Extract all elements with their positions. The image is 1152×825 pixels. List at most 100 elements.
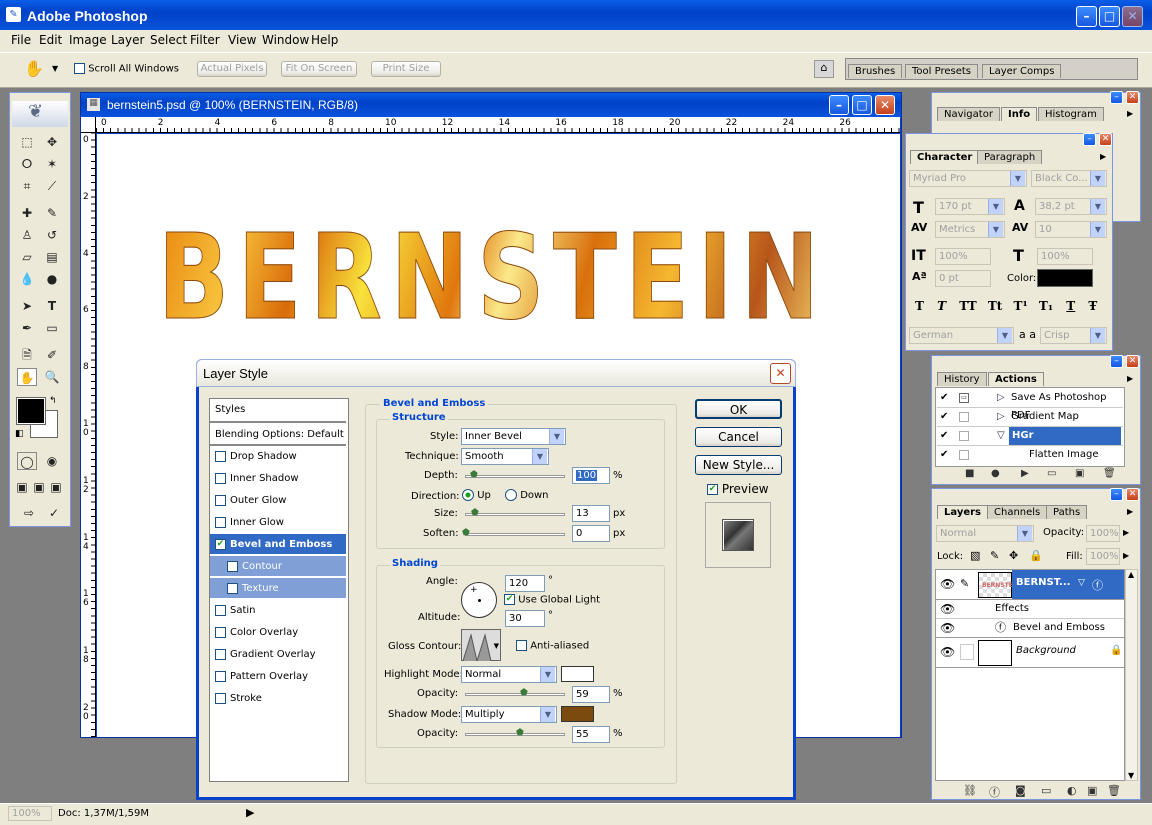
screen-mode-full-menu-icon[interactable]: ▣ [31, 478, 47, 496]
tab-paragraph[interactable]: Paragraph [977, 150, 1043, 164]
checkbox-icon[interactable] [215, 648, 226, 660]
expand-triangle-icon[interactable]: ▷ [997, 389, 1005, 407]
navigator-menu-arrow-icon[interactable]: ▶ [1127, 109, 1133, 118]
kerning-field[interactable]: Metrics ▼ [935, 221, 1005, 238]
tab-character[interactable]: Character [910, 150, 980, 164]
strikethrough-button[interactable]: Ŧ [1088, 299, 1097, 313]
opacity-arrow-icon[interactable]: ▶ [1123, 528, 1129, 537]
font-family-select[interactable]: Myriad Pro ▼ [909, 170, 1027, 187]
eye-icon[interactable]: 👁 [940, 600, 955, 618]
actual-pixels-button[interactable]: Actual Pixels [197, 61, 267, 77]
checkbox-icon[interactable] [215, 494, 226, 506]
default-colors-icon[interactable]: ◧ [15, 429, 24, 439]
angle-field[interactable]: 120 [505, 575, 545, 592]
menu-file[interactable]: File [11, 33, 31, 47]
subscript-button[interactable]: T₁ [1039, 299, 1053, 313]
close-button[interactable]: ✕ [1122, 6, 1143, 27]
checkbox-checked-icon[interactable]: ✔ [707, 484, 718, 495]
language-select[interactable]: German ▼ [909, 327, 1014, 344]
link-layers-icon[interactable]: ⛓ [963, 784, 977, 797]
direction-up-radio[interactable]: Up [462, 489, 491, 501]
character-close-button[interactable]: ✕ [1099, 133, 1112, 146]
actions-close-button[interactable]: ✕ [1126, 355, 1139, 368]
slice-tool-icon[interactable]: ⟋ [42, 177, 62, 195]
soften-field[interactable]: 0 [572, 525, 610, 542]
trash-icon[interactable]: 🗑 [1103, 468, 1116, 479]
actions-minimize-button[interactable]: – [1110, 355, 1123, 368]
brush-tool-icon[interactable]: ✎ [42, 204, 62, 222]
menu-view[interactable]: View [228, 33, 256, 47]
eraser-tool-icon[interactable]: ▱ [17, 248, 37, 266]
print-size-button[interactable]: Print Size [371, 61, 441, 77]
cancel-button[interactable]: Cancel [695, 427, 782, 447]
blending-options[interactable]: Blending Options: Default [210, 424, 346, 446]
minimize-button[interactable]: – [1076, 6, 1097, 27]
style-item-contour[interactable]: Contour [210, 556, 346, 577]
stop-icon[interactable]: ■ [965, 468, 974, 479]
tracking-field[interactable]: 10 ▼ [1035, 221, 1107, 238]
notes-tool-icon[interactable]: 🗎 [17, 346, 37, 364]
menu-help[interactable]: Help [311, 33, 338, 47]
collapse-triangle-icon[interactable]: ▽ [997, 427, 1005, 445]
layers-scrollbar[interactable]: ▲ ▼ [1125, 569, 1138, 781]
character-minimize-button[interactable]: – [1083, 133, 1096, 146]
layer-row-bernstein[interactable]: 👁 ✎ BERNSTEIN BERNST... ▽ ⓕ [936, 570, 1124, 600]
dodge-tool-icon[interactable]: ● [42, 270, 62, 288]
dialog-toggle-icon[interactable] [959, 450, 969, 460]
checkbox-checked-icon[interactable]: ✔ [504, 594, 515, 605]
status-menu-arrow-icon[interactable]: ▶ [246, 806, 254, 819]
edit-in-imageready-icon[interactable]: ✓ [44, 504, 64, 522]
document-minimize-button[interactable]: – [829, 95, 849, 115]
shadow-opacity-slider[interactable]: ⬟ [465, 728, 565, 738]
record-icon[interactable]: ● [991, 468, 1000, 479]
screen-mode-full-icon[interactable]: ▣ [48, 478, 64, 496]
menu-select[interactable]: Select [150, 33, 187, 47]
new-action-icon[interactable]: ▣ [1075, 468, 1084, 479]
brush-link-icon[interactable]: ✎ [960, 577, 969, 590]
slider-thumb-icon[interactable]: ⬟ [462, 528, 470, 538]
altitude-field[interactable]: 30 [505, 610, 545, 627]
menu-window[interactable]: Window [262, 33, 309, 47]
checkbox-icon[interactable] [215, 692, 226, 704]
chevron-down-icon[interactable]: ▼ [494, 642, 499, 650]
scroll-down-icon[interactable]: ▼ [1128, 771, 1134, 780]
eye-icon[interactable]: 👁 [940, 577, 955, 591]
toggle-check-icon[interactable]: ✔ [940, 427, 948, 445]
blend-mode-select[interactable]: Normal ▼ [936, 525, 1034, 542]
ok-button[interactable]: OK [695, 399, 782, 419]
well-tab-brushes[interactable]: Brushes [848, 64, 903, 78]
move-tool-icon[interactable]: ✥ [42, 133, 62, 151]
file-browser-icon[interactable]: ⌂ [814, 60, 834, 78]
hand-tool-preset-icon[interactable]: ✋ [24, 59, 44, 78]
checkbox-icon[interactable] [215, 472, 226, 484]
dialog-toggle-icon[interactable] [959, 431, 969, 441]
fill-arrow-icon[interactable]: ▶ [1123, 551, 1129, 560]
size-field[interactable]: 13 [572, 505, 610, 522]
style-item-texture[interactable]: Texture [210, 578, 346, 599]
tab-layers[interactable]: Layers [937, 505, 988, 519]
magic-wand-tool-icon[interactable]: ✶ [42, 155, 62, 173]
checkbox-icon[interactable] [227, 560, 238, 572]
document-close-button[interactable]: ✕ [875, 95, 895, 115]
jump-to-imageready-icon[interactable]: ⇨ [17, 504, 41, 522]
path-selection-tool-icon[interactable]: ➤ [17, 297, 37, 315]
scroll-all-checkbox[interactable] [74, 63, 85, 74]
tab-info[interactable]: Info [1001, 107, 1038, 121]
crop-tool-icon[interactable]: ⌗ [17, 177, 37, 195]
superscript-button[interactable]: T¹ [1014, 299, 1028, 313]
technique-select[interactable]: Smooth ▼ [461, 448, 549, 465]
dialog-close-button[interactable]: ✕ [770, 363, 791, 384]
quick-mask-mode-icon[interactable]: ◉ [42, 452, 62, 470]
toggle-check-icon[interactable]: ✔ [940, 446, 948, 464]
gradient-tool-icon[interactable]: ▤ [42, 248, 62, 266]
shadow-opacity-field[interactable]: 55 [572, 726, 610, 743]
vertical-scale-field[interactable]: 100% [935, 248, 991, 265]
delete-layer-icon[interactable]: 🗑 [1107, 784, 1121, 797]
scroll-all-windows-option[interactable]: Scroll All Windows [74, 63, 179, 75]
shadow-color-swatch[interactable] [561, 706, 594, 722]
tab-histogram[interactable]: Histogram [1038, 107, 1104, 121]
zoom-tool-icon[interactable]: 🔍 [42, 368, 62, 386]
effects-expand-icon[interactable]: ▽ [1078, 578, 1085, 588]
actions-item-flatten[interactable]: ✔ Flatten Image [937, 446, 1123, 465]
dialog-toggle-icon[interactable] [959, 412, 969, 422]
